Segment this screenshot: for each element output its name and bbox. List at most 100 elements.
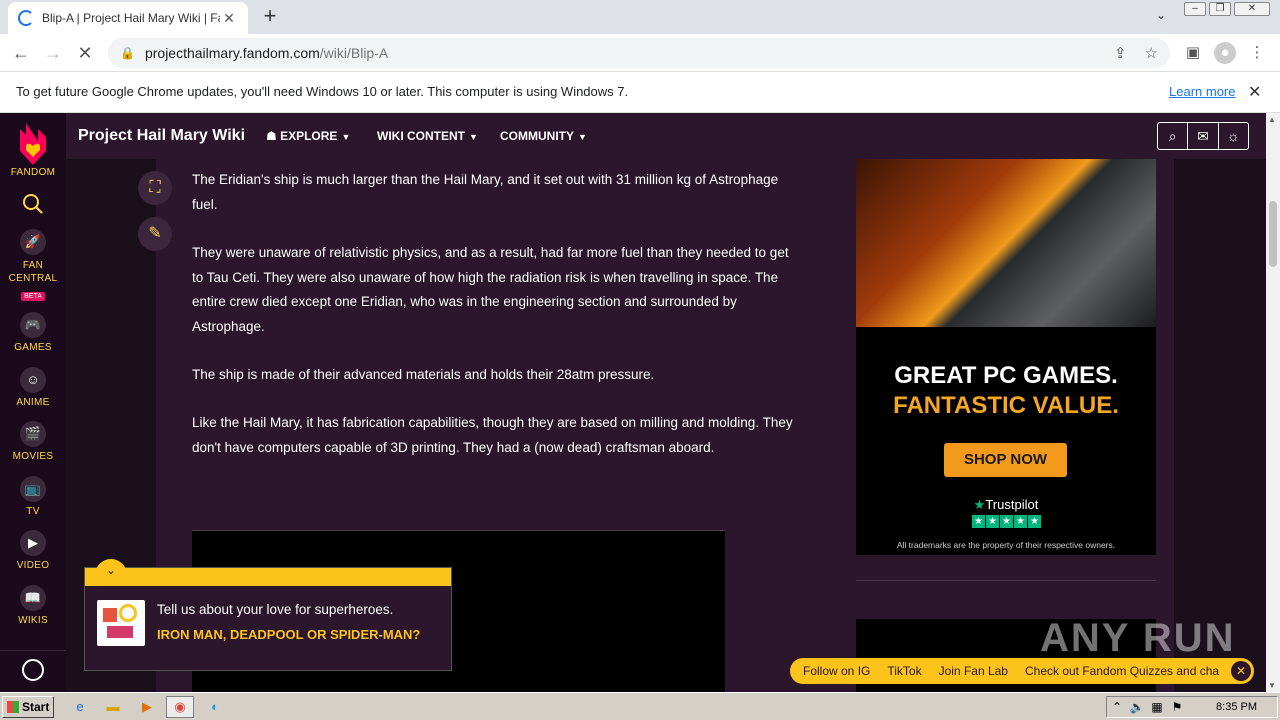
network-icon[interactable]: ▦ (1147, 700, 1167, 714)
beta-badge: BETA (21, 292, 45, 301)
close-icon[interactable]: ✕ (1231, 661, 1251, 681)
start-button[interactable]: Start (2, 696, 54, 718)
rail-item-label: ANIME (16, 397, 50, 408)
tiktok-link[interactable]: TikTok (887, 664, 921, 678)
tab-search-icon[interactable]: ⌄ (1152, 8, 1170, 26)
volume-icon[interactable]: 🔈 (1127, 700, 1147, 714)
rail-item-movies[interactable]: 🎬 MOVIES (0, 421, 66, 462)
tab-strip: Blip-A | Project Hail Mary Wiki | Fand ✕… (0, 0, 1280, 34)
quizzes-link[interactable]: Check out Fandom Quizzes and cha (1025, 664, 1219, 678)
prompt-image (97, 600, 145, 646)
gamepad-icon: 🎮 (20, 312, 46, 338)
chevron-down-icon: ▼ (469, 132, 478, 142)
ie-icon[interactable]: e (70, 697, 90, 717)
superhero-prompt[interactable]: ⌄ Tell us about your love for superheroe… (84, 559, 452, 671)
back-button[interactable]: ← (10, 42, 32, 64)
tray-arrow-icon[interactable]: ⌃ (1107, 700, 1127, 714)
rail-item-tv[interactable]: 📺 TV (0, 476, 66, 517)
lock-icon: 🔒 (120, 46, 135, 60)
discussions-icon[interactable]: ✉ (1188, 123, 1219, 149)
windows-taskbar: Start e ▬ ▶ ◉ ◐ ⌃ 🔈 ▦ ⚑ 8:35 PM (0, 692, 1280, 720)
rail-brand-label: FANDOM (10, 167, 56, 178)
rail-item-anime[interactable]: ☺ ANIME (0, 367, 66, 408)
nav-explore[interactable]: ☗ EXPLORE ▼ (266, 129, 350, 143)
profile-avatar-icon[interactable]: ● (1214, 42, 1236, 64)
address-bar[interactable]: 🔒 projecthailmary.fandom.com/wiki/Blip-A… (108, 38, 1170, 68)
scrollbar-thumb[interactable] (1269, 201, 1277, 267)
anyrun-watermark: ANY RUN (1040, 616, 1236, 660)
rail-item-wikis[interactable]: 📖 WIKIS (0, 585, 66, 626)
minimize-window-button[interactable]: – (1184, 2, 1206, 16)
update-infobar: To get future Google Chrome updates, you… (0, 72, 1280, 113)
system-tray: ⌃ 🔈 ▦ ⚑ 8:35 PM (1106, 696, 1278, 718)
right-rail: GREAT PC GAMES. FANTASTIC VALUE. SHOP NO… (838, 159, 1174, 692)
prompt-link[interactable]: IRON MAN, DEADPOOL OR SPIDER-MAN? (157, 627, 427, 643)
theme-toggle-icon[interactable]: ☼ (1219, 123, 1248, 149)
browser-tab[interactable]: Blip-A | Project Hail Mary Wiki | Fand ✕ (8, 2, 248, 34)
chevron-down-icon: ▼ (341, 132, 351, 142)
scroll-up-icon[interactable]: ▲ (1268, 115, 1276, 124)
collapse-chevron-icon[interactable]: ⌄ (95, 559, 127, 581)
fandom-global-nav: FANDOM 🚀 FAN CENTRAL BETA 🎮 GAMES ☺ ANIM… (0, 113, 66, 692)
rail-user[interactable] (0, 650, 66, 692)
chrome-taskbar-icon[interactable]: ◉ (166, 696, 194, 718)
follow-ig-link[interactable]: Follow on IG (803, 664, 870, 678)
close-window-button[interactable]: ✕ (1234, 2, 1270, 16)
tab-close-button[interactable]: ✕ (220, 9, 238, 27)
nav-label: WIKI CONTENT (377, 129, 465, 143)
folder-icon[interactable]: ▬ (103, 697, 123, 717)
clapperboard-icon: 🎬 (20, 421, 46, 447)
rail-item-fan-central[interactable]: 🚀 FAN CENTRAL BETA (0, 229, 66, 303)
nav-wiki-content[interactable]: WIKI CONTENT ▼ (377, 129, 478, 143)
rail-item-video[interactable]: ▶ VIDEO (0, 530, 66, 571)
rail-brand: FANDOM (0, 167, 66, 178)
scroll-down-icon[interactable]: ▼ (1268, 681, 1276, 690)
advertisement[interactable]: GREAT PC GAMES. FANTASTIC VALUE. SHOP NO… (856, 159, 1156, 555)
media-player-icon[interactable]: ▶ (137, 697, 157, 717)
ad-disclaimer: All trademarks are the property of their… (896, 540, 1116, 550)
rail-item-label: GAMES (14, 342, 52, 353)
bookmark-star-icon[interactable]: ☆ (1145, 44, 1158, 62)
forward-button[interactable]: → (42, 42, 64, 64)
security-flag-icon[interactable]: ⚑ (1167, 700, 1187, 714)
wiki-title[interactable]: Project Hail Mary Wiki (78, 127, 245, 145)
rail-search[interactable] (0, 193, 66, 220)
trustpilot-star-icon: ★ (973, 497, 986, 512)
infobar-close-button[interactable]: ✕ (1248, 82, 1261, 102)
wiki-search-icon[interactable]: ⌕ (1158, 123, 1189, 149)
prompt-question: Tell us about your love for superheroes. (157, 602, 394, 617)
share-icon[interactable]: ⇪ (1114, 44, 1127, 62)
wiki-header: Project Hail Mary Wiki ☗ EXPLORE ▼ WIKI C… (66, 113, 1266, 159)
ad-subheadline: FANTASTIC VALUE. (893, 392, 1119, 419)
url-path: /wiki/Blip-A (319, 45, 389, 61)
star-icon: ★ (1014, 515, 1027, 528)
learn-more-link[interactable]: Learn more (1169, 84, 1235, 99)
ad-headline: GREAT PC GAMES. (894, 362, 1118, 389)
web-page: FANDOM 🚀 FAN CENTRAL BETA 🎮 GAMES ☺ ANIM… (0, 113, 1266, 692)
article-paragraph: The Eridian's ship is much larger than t… (192, 172, 779, 212)
search-icon (23, 194, 43, 214)
star-icon: ★ (972, 515, 985, 528)
restore-window-button[interactable]: ❐ (1209, 2, 1231, 16)
rail-item-label: FAN CENTRAL (8, 260, 58, 284)
url-host: projecthailmary.fandom.com (144, 45, 320, 61)
chrome-menu-icon[interactable]: ⋮ (1246, 42, 1268, 64)
fandom-logo-icon[interactable] (16, 121, 50, 167)
ad-artwork (856, 159, 1156, 327)
edge-icon[interactable]: ◐ (205, 697, 225, 717)
shop-now-button[interactable]: SHOP NOW (944, 443, 1067, 477)
nav-community[interactable]: COMMUNITY ▼ (500, 129, 587, 143)
stop-loading-button[interactable]: ✕ (74, 42, 96, 64)
book-icon: 📖 (20, 585, 46, 611)
wiki-tools: ⌕ ✉ ☼ (1157, 122, 1249, 150)
side-panel-icon[interactable]: ▣ (1182, 42, 1204, 64)
play-icon: ▶ (20, 530, 46, 556)
page-scrollbar[interactable]: ▲ ▼ (1266, 113, 1280, 692)
star-icon: ★ (1028, 515, 1041, 528)
article-paragraph: They were unaware of relativistic physic… (192, 245, 789, 334)
edit-pencil-icon[interactable]: ✎ (138, 217, 172, 251)
new-tab-button[interactable]: + (258, 5, 282, 29)
rail-item-games[interactable]: 🎮 GAMES (0, 312, 66, 353)
fullscreen-icon[interactable]: ⛶ (138, 171, 172, 205)
fan-lab-link[interactable]: Join Fan Lab (939, 664, 1008, 678)
